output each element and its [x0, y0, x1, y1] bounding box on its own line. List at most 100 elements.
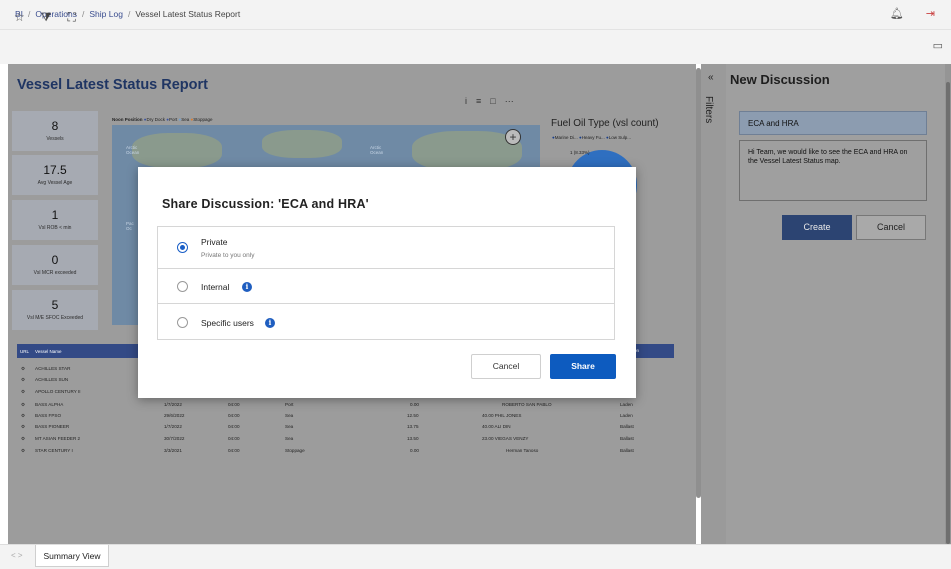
- kpi-label: Vsl M/E SFOC Exceeded: [26, 315, 84, 321]
- map-label: Arctic Ocean: [126, 145, 140, 155]
- radio-specific-users[interactable]: [177, 317, 188, 328]
- table-row[interactable]: ⚙ BASS PIONEER 1/7/2022 04:00 Sea 13.75 …: [17, 422, 677, 432]
- report-date: 1/7/2022: [164, 424, 182, 429]
- table-row[interactable]: ⚙ BASS FPSO 29/6/2022 04:00 Sea 12.50 40…: [17, 411, 677, 421]
- table-row[interactable]: ⚙ BASS ALPHA 1/7/2022 04:00 Port 0.00 RO…: [17, 400, 677, 410]
- vessel-status: Sea: [285, 424, 294, 429]
- report-date: 29/6/2022: [164, 413, 185, 418]
- create-button[interactable]: Create: [782, 215, 852, 240]
- breadcrumb-separator: /: [82, 9, 85, 19]
- vessel-condition: Ballast: [620, 436, 634, 441]
- star-icon[interactable]: ☆: [14, 9, 25, 25]
- table-row[interactable]: ⚙ ACHILLES STAR: [17, 364, 138, 374]
- legend-item: Stoppage: [193, 117, 213, 122]
- option-label: Internal: [201, 282, 230, 292]
- vessel-status: Sea: [285, 436, 294, 441]
- bell-icon[interactable]: 🔔︎: [890, 6, 904, 22]
- cancel-button[interactable]: Cancel: [856, 215, 926, 240]
- table-row[interactable]: ⚙ STAR CENTURY I 3/3/2021 04:00 Stoppage…: [17, 446, 677, 456]
- vessel-status: Port: [285, 402, 294, 407]
- map-legend: Noon Position ●Dry Dock ●Port ●Sea ●Stop…: [112, 117, 213, 122]
- report-time: 04:00: [228, 448, 240, 453]
- vessel-name: BASS ALPHA: [35, 402, 64, 407]
- row-link-icon[interactable]: ⚙: [21, 366, 25, 372]
- kpi-card-sfoc: 5 Vsl M/E SFOC Exceeded: [12, 290, 98, 330]
- table-row[interactable]: ⚙ APOLLO CENTURY II: [17, 387, 138, 397]
- row-link-icon[interactable]: ⚙: [21, 389, 25, 395]
- kpi-card-vessels: 8 Vessels: [12, 111, 98, 151]
- map-legend-title: Noon Position: [112, 117, 143, 122]
- pie-slice-label: 1 (8.33%): [570, 150, 590, 155]
- discussion-subject-input[interactable]: ECA and HRA: [739, 111, 927, 135]
- modal-cancel-button[interactable]: Cancel: [471, 354, 541, 379]
- share-button[interactable]: Share: [550, 354, 616, 379]
- vessel-name: MT ASIAN FEEDER 2: [35, 436, 81, 441]
- kpi-value: 17.5: [43, 163, 67, 177]
- kpi-label: Vsl MCR exceeded: [33, 270, 77, 276]
- table-row[interactable]: ⚙ MT ASIAN FEEDER 2 30/7/2022 04:00 Sea …: [17, 434, 677, 444]
- kpi-value: 0: [51, 253, 59, 267]
- share-option-internal[interactable]: Internal i: [157, 268, 615, 304]
- captain-name: 23.00 VIEGAS VENZY: [482, 436, 529, 441]
- expand-icon[interactable]: □: [490, 96, 495, 107]
- vessel-condition: Laden: [620, 413, 633, 418]
- row-link-icon[interactable]: ⚙: [21, 424, 25, 430]
- vessel-condition: Laden: [620, 402, 633, 407]
- filter-icon[interactable]: ⧩: [41, 9, 52, 25]
- row-link-icon[interactable]: ⚙: [21, 436, 25, 442]
- speed-value: 13.50: [407, 436, 419, 441]
- row-link-icon[interactable]: ⚙: [21, 448, 25, 454]
- radio-internal[interactable]: [177, 281, 188, 292]
- share-option-private[interactable]: Private Private to you only: [157, 226, 615, 269]
- fullscreen-icon[interactable]: ⛶: [67, 9, 75, 25]
- tab-summary-view[interactable]: Summary View: [35, 545, 109, 567]
- vessel-name: BASS FPSO: [35, 413, 62, 418]
- share-option-specific-users[interactable]: Specific users i: [157, 303, 615, 340]
- filters-pane[interactable]: [701, 64, 726, 544]
- legend-item: Low Sulp...: [608, 135, 631, 140]
- kpi-value: 8: [51, 119, 59, 133]
- breadcrumb-item-ship-log[interactable]: Ship Log: [89, 9, 123, 19]
- row-link-icon[interactable]: ⚙: [21, 402, 25, 408]
- vessel-name: STAR CENTURY I: [35, 448, 73, 453]
- report-date: 30/7/2022: [164, 436, 185, 441]
- column-header-url[interactable]: URL: [17, 349, 29, 354]
- tab-scroll-arrows[interactable]: < >: [11, 551, 23, 560]
- report-time: 04:00: [228, 402, 240, 407]
- chevron-left-icon[interactable]: «: [708, 72, 714, 83]
- panel-scrollbar-thumb[interactable]: [946, 82, 950, 544]
- legend-item: Marine Di...: [554, 135, 578, 140]
- vessel-name: ACHILLES SUN: [35, 377, 69, 382]
- discussion-title: New Discussion: [730, 72, 830, 87]
- fuel-chart-title: Fuel Oil Type (vsl count): [551, 118, 659, 129]
- row-link-icon[interactable]: ⚙: [21, 413, 25, 419]
- column-header-vessel-name[interactable]: Vessel Name: [32, 349, 62, 354]
- row-link-icon[interactable]: ⚙: [21, 377, 25, 383]
- report-date: 1/7/2022: [164, 402, 182, 407]
- captain-name: 40.00 ALI DIN: [482, 424, 511, 429]
- table-row[interactable]: ⚙ ACHILLES SUN: [17, 375, 138, 385]
- kpi-card-avg-age: 17.5 Avg Vessel Age: [12, 155, 98, 195]
- vessel-condition: Ballast: [620, 424, 634, 429]
- vessel-condition: Ballast: [620, 448, 634, 453]
- captain-name: Herman Tanoso: [506, 448, 539, 453]
- vessel-status: Stoppage: [285, 448, 305, 453]
- vessel-name: BASS PIONEER: [35, 424, 70, 429]
- comment-icon[interactable]: ▭: [933, 39, 943, 52]
- radio-private[interactable]: [177, 242, 188, 253]
- more-icon[interactable]: ⋯: [505, 96, 514, 107]
- kpi-label: Vsl ROB < min: [38, 225, 72, 231]
- report-date: 3/3/2021: [164, 448, 182, 453]
- kpi-card-mcr: 0 Vsl MCR exceeded: [12, 245, 98, 285]
- discussion-body-textarea[interactable]: Hi Team, we would like to see the ECA an…: [739, 140, 927, 201]
- modal-title: Share Discussion: 'ECA and HRA': [162, 197, 369, 211]
- filter-icon[interactable]: ≡: [476, 96, 481, 107]
- breadcrumb-item-current: Vessel Latest Status Report: [135, 9, 241, 19]
- info-icon[interactable]: i: [465, 96, 467, 107]
- info-icon[interactable]: i: [265, 318, 275, 328]
- info-icon[interactable]: i: [242, 282, 252, 292]
- zoom-in-button[interactable]: +: [505, 129, 521, 145]
- logout-icon[interactable]: ⇥: [926, 6, 935, 22]
- filters-label[interactable]: Filters: [703, 96, 714, 123]
- option-label: Private: [201, 237, 228, 247]
